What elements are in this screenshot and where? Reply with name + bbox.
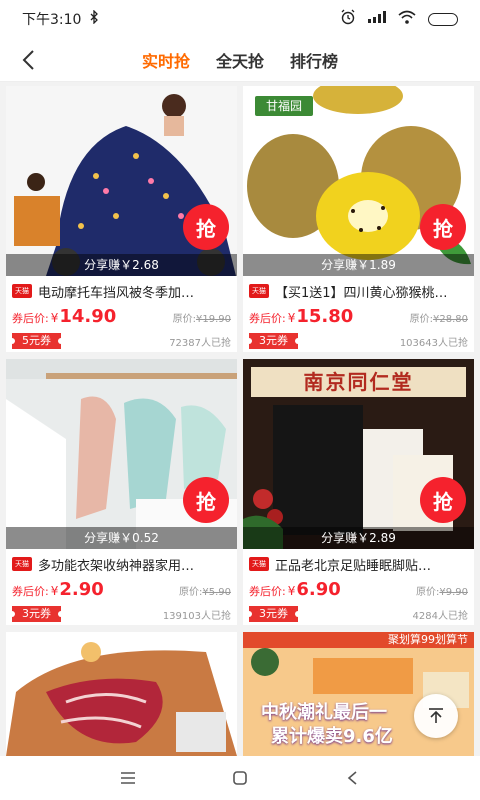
menu-icon[interactable]: [118, 768, 138, 788]
product-title: 正品老北京足贴睡眠脚贴…: [275, 558, 432, 574]
alarm-icon: [340, 9, 356, 29]
coupon-badge[interactable]: 3元券: [9, 606, 64, 622]
original-price-value: ¥5.90: [202, 587, 231, 598]
grab-button[interactable]: 抢: [420, 204, 466, 250]
product-image: 南京同仁堂 分享赚￥2.89 抢: [243, 359, 474, 549]
product-image: [6, 632, 237, 756]
grab-button[interactable]: 抢: [183, 204, 229, 250]
brand-banner: 南京同仁堂: [303, 370, 414, 394]
promo-line2: 累计爆卖9.6亿: [271, 726, 393, 747]
original-price-label: 原价:: [172, 314, 196, 325]
grab-button[interactable]: 抢: [420, 477, 466, 523]
currency-symbol: ¥: [50, 311, 59, 325]
price-label: 券后价:: [12, 585, 49, 598]
share-earn-label: 分享赚￥2.68: [6, 254, 237, 276]
grab-button[interactable]: 抢: [183, 477, 229, 523]
original-price-value: ¥28.80: [433, 314, 468, 325]
original-price-label: 原价:: [178, 587, 203, 598]
signal-icon: [368, 11, 386, 27]
product-title: 【买1送1】四川黄心猕猴桃…: [275, 285, 448, 301]
original-price-label: 原价:: [415, 587, 440, 598]
original-price-value: ¥9.90: [439, 587, 468, 598]
header: 实时抢 全天抢 排行榜: [0, 38, 480, 82]
back-nav-icon[interactable]: [342, 768, 362, 788]
original-price: 原价:¥5.90: [179, 583, 231, 598]
product-image: 分享赚￥0.52 抢: [6, 359, 237, 549]
share-earn-label: 分享赚￥1.89: [243, 254, 474, 276]
tmall-badge: 天猫: [12, 284, 32, 298]
arrow-up-icon: [429, 708, 443, 723]
product-card[interactable]: 分享赚￥0.52 抢 天猫 多功能衣架收纳神器家用… 券后价: ¥ 2.90 原…: [6, 359, 237, 625]
brand-logo: 甘福园: [255, 96, 313, 116]
original-price-value: ¥19.90: [196, 314, 231, 325]
price-label: 券后价:: [249, 312, 286, 325]
tab-ranking[interactable]: 排行榜: [290, 48, 338, 72]
wifi-icon: [398, 10, 416, 28]
coupon-price: 15.80: [296, 306, 354, 327]
product-card[interactable]: 南京同仁堂 分享赚￥2.89 抢 天猫 正品老北京足贴睡眠脚贴… 券后价: ¥ …: [243, 359, 474, 625]
product-image: 分享赚￥2.68 抢: [6, 86, 237, 276]
sold-count: 139103人已抢: [162, 610, 231, 622]
tmall-badge: 天猫: [249, 557, 269, 571]
coupon-price: 2.90: [59, 579, 104, 600]
share-earn-label: 分享赚￥2.89: [243, 527, 474, 549]
status-bar: 下午3:10: [0, 0, 480, 38]
status-time: 下午3:10: [22, 12, 82, 28]
product-card[interactable]: 分享赚￥2.68 抢 天猫 电动摩托车挡风被冬季加… 券后价: ¥ 14.90 …: [6, 86, 237, 352]
product-title: 电动摩托车挡风被冬季加…: [38, 285, 195, 301]
tab-realtime[interactable]: 实时抢: [142, 48, 190, 72]
original-price: 原价:¥19.90: [173, 310, 231, 325]
price-label: 券后价:: [249, 585, 286, 598]
share-earn-label: 分享赚￥0.52: [6, 527, 237, 549]
original-price: 原价:¥9.90: [416, 583, 468, 598]
product-card[interactable]: [6, 632, 237, 756]
product-card[interactable]: 甘福园 分享赚￥1.89 抢 天猫 【买1送1】四川黄心猕猴桃… 券后价: ¥ …: [243, 86, 474, 352]
product-title: 多功能衣架收纳神器家用…: [38, 558, 195, 574]
scroll-to-top-button[interactable]: [414, 694, 458, 738]
original-price-label: 原价:: [409, 314, 433, 325]
coupon-price: 14.90: [59, 306, 117, 327]
tab-allday[interactable]: 全天抢: [216, 48, 264, 72]
battery-icon: [428, 12, 458, 26]
currency-symbol: ¥: [50, 584, 59, 598]
tab-bar: 实时抢 全天抢 排行榜: [0, 38, 480, 82]
sold-count: 103643人已抢: [399, 337, 468, 349]
coupon-badge[interactable]: 3元券: [246, 606, 301, 622]
system-nav-bar: [0, 756, 480, 800]
bluetooth-icon: [89, 9, 99, 28]
coupon-price: 6.90: [296, 579, 341, 600]
promo-line1: 中秋潮礼最后一: [261, 702, 387, 723]
currency-symbol: ¥: [287, 584, 296, 598]
sold-count: 72387人已抢: [169, 337, 231, 349]
coupon-badge[interactable]: 5元券: [9, 333, 64, 349]
tmall-badge: 天猫: [12, 557, 32, 571]
product-image: 甘福园 分享赚￥1.89 抢: [243, 86, 474, 276]
tmall-badge: 天猫: [249, 284, 269, 298]
home-icon[interactable]: [230, 768, 250, 788]
price-label: 券后价:: [12, 312, 49, 325]
currency-symbol: ¥: [287, 311, 296, 325]
original-price: 原价:¥28.80: [410, 310, 468, 325]
coupon-badge[interactable]: 3元券: [246, 333, 301, 349]
sold-count: 4284人已抢: [412, 610, 468, 622]
